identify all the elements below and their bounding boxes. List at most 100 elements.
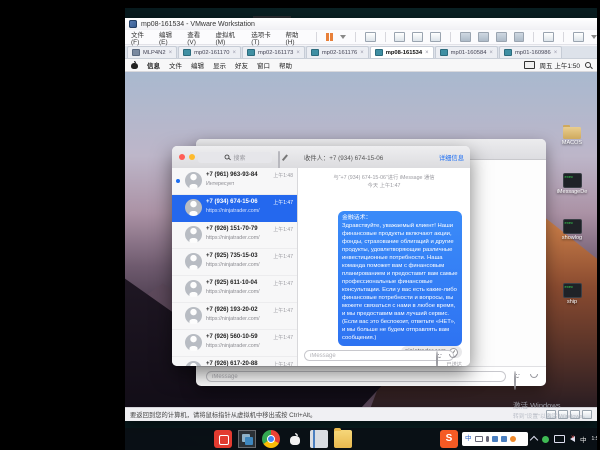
tray-expand-icon[interactable] — [530, 436, 538, 444]
macos-menu-messages[interactable]: 信息 — [147, 60, 160, 70]
emoji-picker-icon[interactable] — [436, 351, 438, 366]
display-status-icon[interactable] — [524, 61, 535, 69]
desktop-icon-showlog-script[interactable]: showlog — [555, 219, 589, 241]
conversation-row[interactable]: +7 (926) 560-10-59 https://ninjatrader.c… — [172, 330, 297, 357]
close-tab-icon[interactable]: × — [232, 51, 236, 55]
messages-window: 搜索 收件人：+7 (934) 674-15-06 详细信息 +7 (961) … — [172, 146, 470, 366]
taskbar-vmware-icon-active[interactable] — [238, 430, 256, 448]
unread-dot — [176, 179, 180, 183]
imessage-input-background[interactable] — [206, 371, 506, 382]
desktop-icon-imessagede-script[interactable]: iMessageDe — [555, 173, 589, 195]
menu-tabs[interactable]: 选项卡(T) — [251, 29, 278, 46]
take-snapshot-button[interactable] — [394, 32, 405, 42]
emoji-panel-icon[interactable] — [492, 436, 498, 442]
macos-clock[interactable]: 周五 上午1:50 — [540, 60, 580, 70]
console-view-button[interactable] — [543, 32, 554, 42]
taskbar-red-app-icon[interactable] — [214, 430, 232, 448]
macos-menu-window[interactable]: 窗口 — [257, 60, 270, 70]
tray-clock[interactable]: 1:50 — [592, 436, 598, 442]
show-library-button[interactable] — [460, 32, 471, 42]
voice-input-icon[interactable] — [486, 436, 489, 442]
desktop-icon-ship-script[interactable]: ship — [555, 283, 589, 305]
vm-tab-mp02-161170[interactable]: mp02-161170 × — [178, 46, 241, 58]
toolbar-separator — [355, 32, 356, 42]
menu-help[interactable]: 帮助(H) — [286, 29, 308, 46]
avatar — [185, 253, 202, 270]
tray-volume-muted-icon[interactable] — [570, 436, 575, 442]
close-tab-icon[interactable]: × — [554, 51, 558, 55]
spotlight-search-icon[interactable] — [585, 62, 591, 68]
macos-menu-edit[interactable]: 编辑 — [191, 60, 204, 70]
compose-new-message-button[interactable] — [278, 151, 280, 170]
search-field[interactable]: 搜索 — [198, 152, 272, 163]
toolbox-icon[interactable] — [501, 436, 507, 442]
show-thumbnail-bar-button[interactable] — [478, 32, 489, 42]
tray-display-icon[interactable] — [554, 435, 565, 443]
avatar — [185, 280, 202, 297]
sogou-ime-icon[interactable]: S — [440, 430, 458, 448]
manage-snapshots-button[interactable] — [430, 32, 441, 42]
emoji-picker-icon[interactable] — [514, 371, 516, 390]
macos-menubar: 信息 文件 编辑 显示 好友 窗口 帮助 周五 上午1:50 — [125, 59, 597, 72]
conversation-row[interactable]: +7 (925) 611-10-04 https://ninjatrader.c… — [172, 276, 297, 303]
layout-dropdown-icon[interactable] — [591, 35, 597, 39]
message-thread-pane: 与“+7 (934) 674-15-06”进行 iMessage 通信 今天 上… — [298, 168, 470, 366]
toolbar-separator — [385, 32, 386, 42]
search-icon — [225, 155, 230, 160]
menu-edit[interactable]: 编辑(E) — [159, 29, 180, 46]
conversation-row[interactable]: +7 (925) 735-15-03 https://ninjatrader.c… — [172, 249, 297, 276]
menu-file[interactable]: 文件(F) — [131, 29, 152, 46]
suspend-vm-button[interactable] — [326, 33, 333, 41]
minimize-window-button[interactable] — [189, 154, 195, 160]
conversation-row[interactable]: +7 (926) 193-20-02 https://ninjatrader.c… — [172, 303, 297, 330]
soft-keyboard-icon[interactable] — [475, 436, 483, 442]
macos-menu-buddies[interactable]: 好友 — [235, 60, 248, 70]
conversation-row[interactable]: +7 (961) 963-93-84 Интересует 上午1:48 — [172, 168, 297, 195]
desktop-icon-macos-folder[interactable]: MACOS — [555, 127, 589, 146]
tray-ime-indicator[interactable]: 中 — [580, 434, 587, 444]
vm-tab-mp01-160584[interactable]: mp01-160584 × — [435, 46, 498, 58]
close-tab-icon[interactable]: × — [489, 51, 493, 55]
vm-tab-mp08-161534-active[interactable]: mp08-161534 × — [370, 46, 434, 58]
macos-menu-view[interactable]: 显示 — [213, 60, 226, 70]
suspend-dropdown-icon[interactable] — [340, 35, 346, 39]
taskbar-file-explorer-icon[interactable] — [334, 430, 352, 448]
vm-tab-mp02-161176[interactable]: mp02-161176 × — [306, 46, 369, 58]
close-window-button[interactable] — [179, 154, 185, 160]
vm-tab-home[interactable]: MLP4N2 × — [127, 46, 177, 58]
fullscreen-button[interactable] — [496, 32, 507, 42]
vm-tab-mp02-161173[interactable]: mp02-161173 × — [242, 46, 305, 58]
conversation-row[interactable]: +7 (926) 151-70-79 https://ninjatrader.c… — [172, 222, 297, 249]
close-tab-icon[interactable]: × — [296, 51, 300, 55]
taskbar-chrome-icon[interactable] — [262, 430, 280, 448]
taskbar-notebook-app-icon[interactable] — [310, 430, 328, 448]
shell-script-icon — [563, 173, 582, 188]
conversation-row-selected[interactable]: +7 (934) 674-15-06 https://ninjatrader.c… — [172, 195, 297, 222]
ime-mode-label[interactable]: 中 — [465, 432, 472, 446]
tray-security-icon[interactable] — [542, 436, 549, 443]
taskbar-apple-tool-icon[interactable] — [286, 430, 304, 448]
close-tab-icon[interactable]: × — [425, 51, 429, 55]
delivered-status: 已送达 — [446, 361, 462, 366]
vmware-window: mp08-161534 - VMware Workstation 文件(F) 编… — [125, 18, 597, 421]
messages-toolbar[interactable]: 搜索 收件人：+7 (934) 674-15-06 详细信息 — [172, 146, 470, 169]
sogou-toolbar[interactable]: 中 — [462, 432, 528, 446]
unity-button[interactable] — [514, 32, 525, 42]
vmware-tab-bar: MLP4N2 × mp02-161170 × mp02-161173 × mp0… — [125, 46, 597, 59]
vm-tab-mp01-160986[interactable]: mp01-160986 × — [499, 46, 562, 58]
imessage-input[interactable] — [304, 350, 454, 361]
layout-button[interactable] — [573, 32, 584, 42]
send-ctrl-alt-del-button[interactable] — [365, 32, 376, 42]
details-button[interactable]: 详细信息 — [439, 153, 464, 162]
thread-date-text: 今天 上午1:47 — [298, 181, 470, 189]
skin-icon[interactable] — [510, 436, 516, 442]
close-tab-icon[interactable]: × — [169, 51, 173, 55]
macos-menu-file[interactable]: 文件 — [169, 60, 182, 70]
revert-snapshot-button[interactable] — [412, 32, 423, 42]
apple-menu-icon[interactable] — [131, 61, 138, 69]
macos-menu-help[interactable]: 帮助 — [279, 60, 292, 70]
menu-view[interactable]: 查看(V) — [187, 29, 208, 46]
menu-vm[interactable]: 虚拟机(M) — [216, 29, 245, 46]
conversation-row[interactable]: +7 (926) 617-20-88 https://ninjatrader.c… — [172, 357, 297, 366]
close-tab-icon[interactable]: × — [360, 51, 364, 55]
